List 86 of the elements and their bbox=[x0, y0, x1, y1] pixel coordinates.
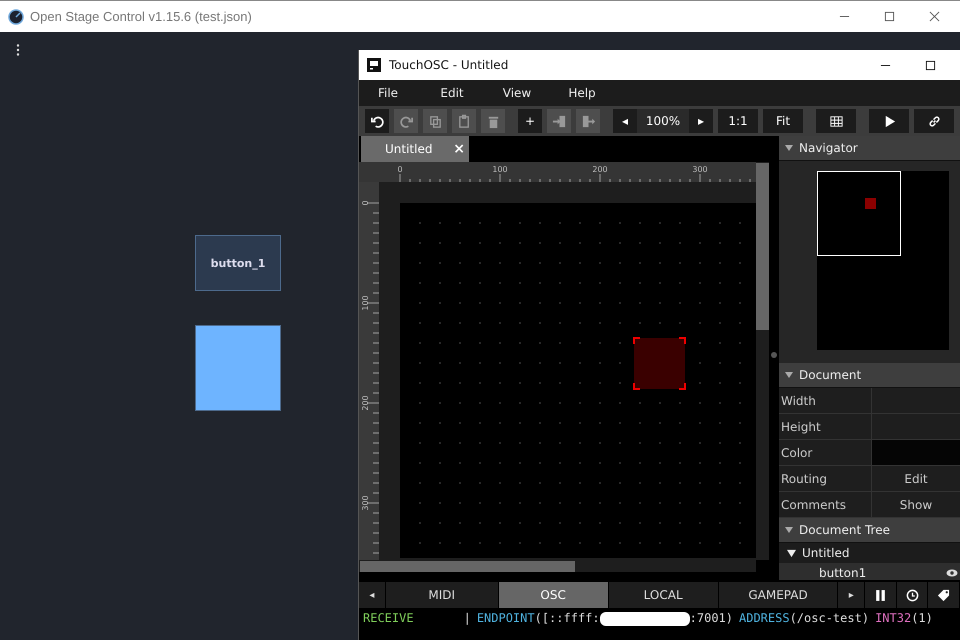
ruler-label: 200 bbox=[361, 395, 370, 411]
ruler-label: 300 bbox=[361, 495, 370, 511]
panel-header[interactable]: Navigator bbox=[779, 136, 960, 161]
menu-item[interactable]: Help bbox=[552, 86, 612, 100]
maximize-icon[interactable] bbox=[884, 11, 895, 22]
tree-item[interactable]: button1 bbox=[779, 563, 960, 580]
tab-title: Untitled bbox=[385, 142, 432, 156]
property-field[interactable] bbox=[872, 440, 960, 465]
ruler-label: 100 bbox=[492, 165, 508, 174]
ruler-label: 100 bbox=[361, 295, 370, 311]
eye-icon[interactable] bbox=[946, 569, 958, 577]
console-tab[interactable]: GAMEPAD bbox=[718, 582, 838, 608]
ruler-label: 0 bbox=[397, 165, 403, 174]
maximize-icon[interactable] bbox=[925, 60, 936, 70]
import-icon bbox=[552, 114, 566, 128]
horizontal-scrollbar[interactable] bbox=[359, 560, 756, 572]
tag-icon bbox=[937, 588, 950, 602]
collapse-icon bbox=[785, 372, 793, 378]
panel-title: Navigator bbox=[799, 141, 858, 155]
ruler-label: 200 bbox=[592, 165, 608, 174]
copy-icon bbox=[428, 114, 442, 128]
pause-icon bbox=[874, 588, 887, 602]
document-tab[interactable]: Untitled × bbox=[361, 136, 469, 162]
tag-button[interactable] bbox=[928, 582, 960, 608]
app-logo-icon bbox=[8, 8, 24, 24]
close-tab-button[interactable]: × bbox=[453, 141, 465, 157]
collapse-icon bbox=[785, 527, 793, 533]
log-line: RECEIVE | ENDPOINT([::ffff: :7001) ADDRESS(/osc-test) INT32(1) bbox=[363, 611, 934, 626]
link-button[interactable] bbox=[914, 109, 954, 133]
property-label: Comments bbox=[779, 492, 872, 517]
menu-icon[interactable] bbox=[16, 44, 20, 56]
splitter-handle[interactable] bbox=[771, 352, 777, 358]
clipboard-icon bbox=[456, 114, 472, 128]
toolbar-button[interactable]: ▸ bbox=[689, 109, 713, 133]
viewport-frame[interactable] bbox=[817, 171, 901, 256]
property-button[interactable]: Show bbox=[872, 492, 960, 517]
expanded-icon[interactable] bbox=[787, 548, 796, 558]
window-title: TouchOSC - Untitled bbox=[389, 58, 508, 72]
scroll-right-button[interactable]: ▸ bbox=[838, 582, 866, 608]
toolbar-button[interactable]: Fit bbox=[763, 109, 803, 133]
property-label: Routing bbox=[779, 466, 872, 491]
widget-button[interactable]: button_1 bbox=[195, 235, 281, 291]
undo-button[interactable] bbox=[365, 109, 389, 133]
property-button[interactable]: Edit bbox=[872, 466, 960, 491]
play-button[interactable] bbox=[869, 109, 909, 133]
tree-item[interactable]: Untitled bbox=[779, 543, 960, 563]
clock-icon bbox=[906, 588, 919, 602]
grid-icon bbox=[828, 114, 844, 128]
selected-button-widget[interactable] bbox=[633, 337, 686, 390]
link-icon bbox=[926, 114, 942, 128]
property-field[interactable] bbox=[872, 414, 960, 439]
panel-title: Document Tree bbox=[799, 523, 890, 537]
ruler-label: 0 bbox=[361, 200, 370, 206]
panel-header[interactable]: Document bbox=[779, 363, 960, 388]
window-title: Open Stage Control v1.15.6 (test.json) bbox=[30, 9, 252, 24]
tree-item-label: Untitled bbox=[802, 546, 850, 560]
pause-button[interactable] bbox=[865, 582, 897, 608]
widget-pad[interactable] bbox=[195, 325, 281, 411]
grid-button[interactable] bbox=[816, 109, 856, 133]
property-label: Height bbox=[779, 414, 872, 439]
app-logo-icon bbox=[367, 58, 381, 72]
property-field[interactable] bbox=[872, 388, 960, 413]
console-tab[interactable]: LOCAL bbox=[608, 582, 719, 608]
toolbar-button[interactable]: 1:1 bbox=[718, 109, 758, 133]
property-label: Width bbox=[779, 388, 872, 413]
scroll-left-button[interactable]: ◂ bbox=[359, 582, 386, 608]
ruler-label: 300 bbox=[692, 165, 708, 174]
toolbar-button[interactable]: ◂ bbox=[613, 109, 637, 133]
vertical-scrollbar[interactable] bbox=[756, 162, 769, 560]
menu-item[interactable]: File bbox=[359, 86, 417, 100]
redo-icon bbox=[398, 114, 414, 128]
toolbar-button[interactable]: + bbox=[518, 109, 542, 133]
undo-icon bbox=[370, 114, 384, 128]
console-tab[interactable]: MIDI bbox=[386, 582, 499, 608]
clock-button[interactable] bbox=[896, 582, 928, 608]
console-tab[interactable]: OSC bbox=[498, 582, 609, 608]
property-label: Color bbox=[779, 440, 872, 465]
menu-item[interactable]: Edit bbox=[422, 86, 482, 100]
menu-item[interactable]: View bbox=[487, 86, 547, 100]
zoom-level[interactable]: 100% bbox=[637, 109, 689, 133]
export-icon bbox=[580, 114, 596, 128]
widget-marker bbox=[865, 198, 876, 209]
panel-title: Document bbox=[799, 368, 862, 382]
collapse-icon bbox=[785, 145, 793, 151]
close-icon[interactable] bbox=[929, 11, 940, 22]
panel-header[interactable]: Document Tree bbox=[779, 518, 960, 543]
